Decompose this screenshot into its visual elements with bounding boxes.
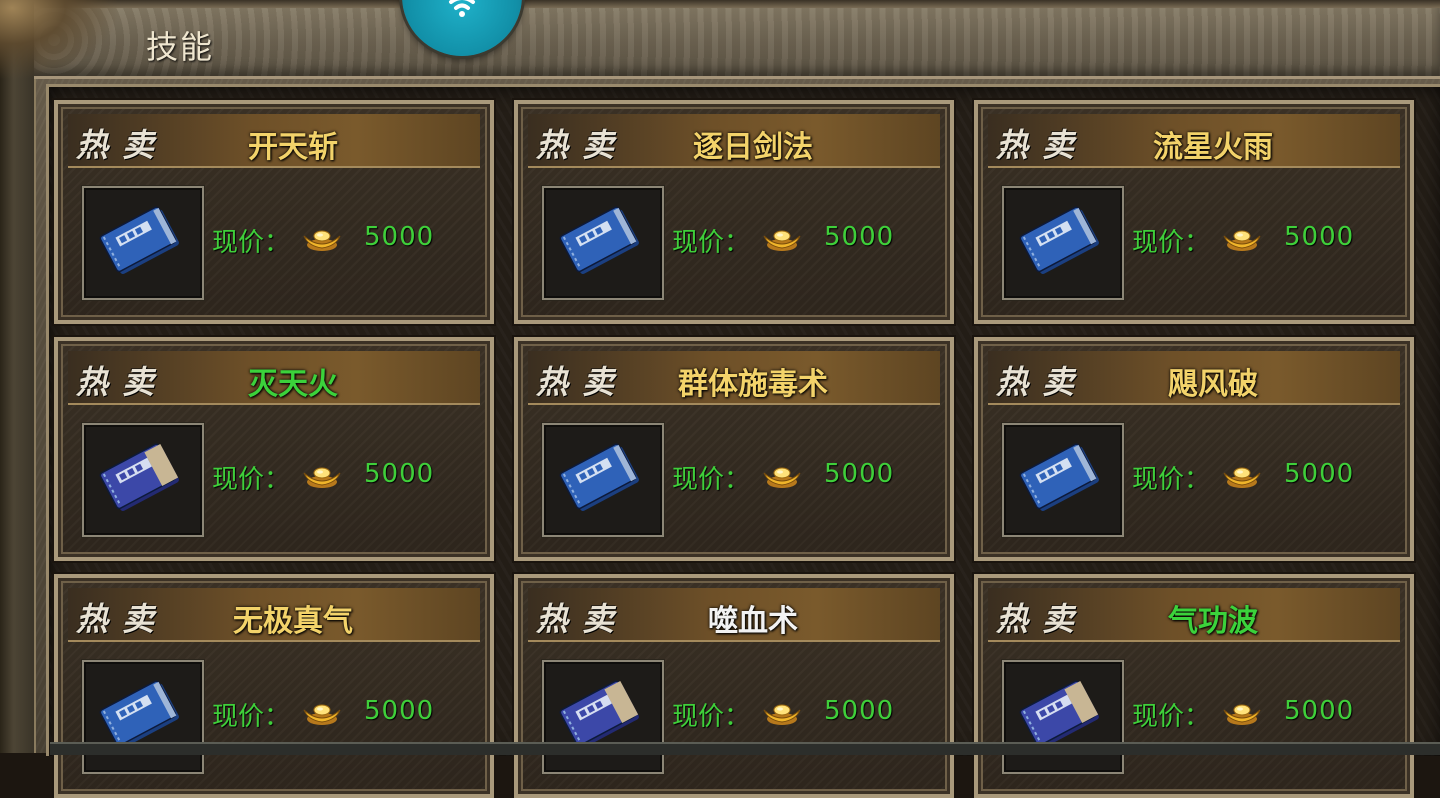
gold-ingot-icon bbox=[1223, 467, 1261, 488]
hot-sale-tag: 热卖 bbox=[536, 363, 629, 401]
price-label: 现价： bbox=[212, 702, 291, 732]
skill-book-icon bbox=[99, 206, 179, 274]
item-slot[interactable] bbox=[82, 186, 204, 300]
hot-sale-tag: 热卖 bbox=[536, 600, 629, 638]
skill-card[interactable]: 热卖 逐日剑法 现价： 5000 bbox=[514, 100, 954, 324]
skill-card[interactable]: 热卖 灭天火 现价： 5000 bbox=[54, 337, 494, 561]
card-header: 热卖 气功波 bbox=[988, 588, 1400, 642]
price-label: 现价： bbox=[212, 228, 291, 258]
price-value: 5000 bbox=[1284, 696, 1355, 726]
price-value: 5000 bbox=[364, 696, 435, 726]
header-top-border bbox=[34, 0, 1440, 8]
price-label: 现价： bbox=[212, 465, 291, 495]
price-value: 5000 bbox=[824, 696, 895, 726]
hot-sale-tag: 热卖 bbox=[76, 126, 169, 164]
skill-name: 流星火雨 bbox=[1153, 130, 1273, 165]
card-header: 热卖 开天斩 bbox=[68, 114, 480, 168]
item-slot[interactable] bbox=[1002, 423, 1124, 537]
skill-card[interactable]: 热卖 飓风破 现价： 5000 bbox=[974, 337, 1414, 561]
gold-ingot-icon bbox=[763, 467, 801, 488]
price-label: 现价： bbox=[672, 702, 751, 732]
wifi-icon bbox=[449, 0, 475, 17]
gold-ingot-icon bbox=[763, 704, 801, 725]
price-label: 现价： bbox=[672, 228, 751, 258]
skill-book-icon bbox=[1019, 206, 1099, 274]
skill-name: 无极真气 bbox=[233, 604, 353, 639]
skill-name: 灭天火 bbox=[248, 367, 338, 402]
skill-card[interactable]: 热卖 气功波 现价： 5000 bbox=[974, 574, 1414, 798]
gold-ingot-icon bbox=[1223, 230, 1261, 251]
item-slot[interactable] bbox=[1002, 660, 1124, 774]
gold-ingot-icon bbox=[303, 467, 341, 488]
price-value: 5000 bbox=[824, 459, 895, 489]
item-slot[interactable] bbox=[82, 423, 204, 537]
window-left-border bbox=[0, 0, 36, 753]
price-label: 现价： bbox=[672, 465, 751, 495]
item-slot[interactable] bbox=[542, 423, 664, 537]
skill-card[interactable]: 热卖 开天斩 现价： 5000 bbox=[54, 100, 494, 324]
skill-book-icon bbox=[559, 206, 639, 274]
price-value: 5000 bbox=[364, 222, 435, 252]
hot-sale-tag: 热卖 bbox=[996, 363, 1089, 401]
price-label: 现价： bbox=[1132, 228, 1211, 258]
item-slot[interactable] bbox=[1002, 186, 1124, 300]
price-value: 5000 bbox=[1284, 459, 1355, 489]
skill-book-icon bbox=[99, 680, 179, 748]
card-header: 热卖 噬血术 bbox=[528, 588, 940, 642]
item-slot[interactable] bbox=[82, 660, 204, 774]
hot-sale-tag: 热卖 bbox=[996, 600, 1089, 638]
gold-ingot-icon bbox=[763, 230, 801, 251]
price-label: 现价： bbox=[1132, 465, 1211, 495]
skill-card[interactable]: 热卖 流星火雨 现价： 5000 bbox=[974, 100, 1414, 324]
tab-title-skills[interactable]: 技能 bbox=[146, 22, 214, 68]
skill-name: 群体施毒术 bbox=[678, 367, 828, 402]
bottom-scroll-strip bbox=[50, 742, 1440, 755]
skill-name: 气功波 bbox=[1168, 604, 1258, 639]
skill-name: 逐日剑法 bbox=[693, 130, 813, 165]
card-header: 热卖 无极真气 bbox=[68, 588, 480, 642]
skill-card[interactable]: 热卖 无极真气 现价： 5000 bbox=[54, 574, 494, 798]
skill-book-icon bbox=[1019, 680, 1099, 748]
hot-sale-tag: 热卖 bbox=[76, 600, 169, 638]
corner-ornament bbox=[0, 0, 120, 80]
hot-sale-tag: 热卖 bbox=[996, 126, 1089, 164]
card-header: 热卖 流星火雨 bbox=[988, 114, 1400, 168]
price-value: 5000 bbox=[824, 222, 895, 252]
card-header: 热卖 灭天火 bbox=[68, 351, 480, 405]
skill-name: 飓风破 bbox=[1168, 367, 1258, 402]
skill-book-icon bbox=[559, 680, 639, 748]
window-header bbox=[34, 0, 1440, 79]
price-value: 5000 bbox=[1284, 222, 1355, 252]
card-header: 热卖 逐日剑法 bbox=[528, 114, 940, 168]
item-slot[interactable] bbox=[542, 660, 664, 774]
hot-sale-tag: 热卖 bbox=[536, 126, 629, 164]
skill-book-icon bbox=[1019, 443, 1099, 511]
gold-ingot-icon bbox=[303, 704, 341, 725]
skill-name: 噬血术 bbox=[708, 604, 798, 639]
skill-card[interactable]: 热卖 群体施毒术 现价： 5000 bbox=[514, 337, 954, 561]
gold-ingot-icon bbox=[303, 230, 341, 251]
card-header: 热卖 飓风破 bbox=[988, 351, 1400, 405]
price-label: 现价： bbox=[1132, 702, 1211, 732]
skill-card[interactable]: 热卖 噬血术 现价： 5000 bbox=[514, 574, 954, 798]
skill-book-icon bbox=[99, 443, 179, 511]
card-header: 热卖 群体施毒术 bbox=[528, 351, 940, 405]
skill-book-icon bbox=[559, 443, 639, 511]
price-value: 5000 bbox=[364, 459, 435, 489]
skill-name: 开天斩 bbox=[248, 130, 338, 165]
item-slot[interactable] bbox=[542, 186, 664, 300]
gold-ingot-icon bbox=[1223, 704, 1261, 725]
hot-sale-tag: 热卖 bbox=[76, 363, 169, 401]
